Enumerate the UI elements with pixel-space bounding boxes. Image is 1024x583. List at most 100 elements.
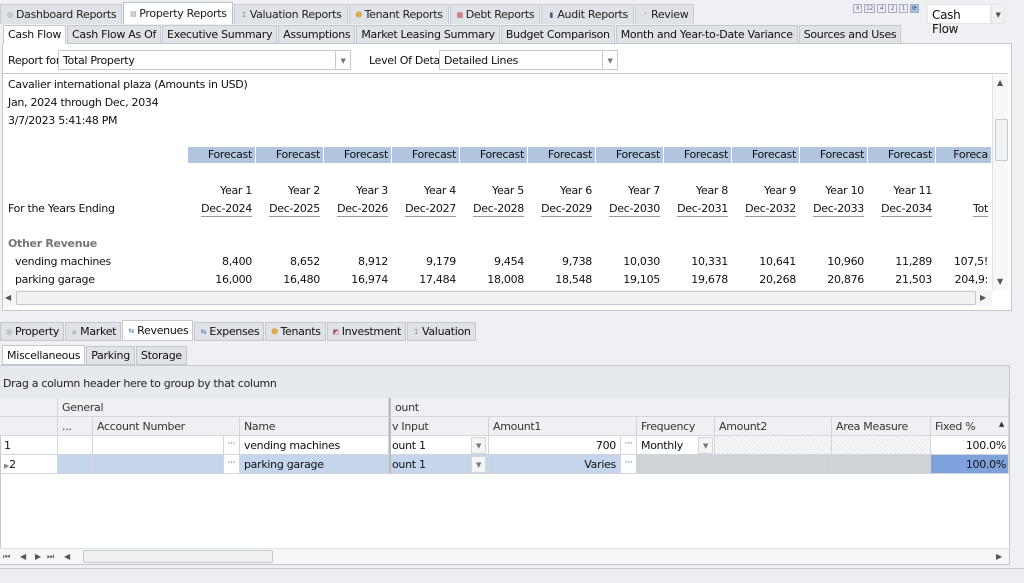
fixed-pct-cell[interactable]: 100.0% <box>931 436 1009 455</box>
chevron-down-icon[interactable]: ▼ <box>471 456 486 473</box>
ellipsis-button[interactable]: ··· <box>620 436 636 454</box>
scroll-left-icon[interactable]: ◀ <box>64 552 70 561</box>
print-icon[interactable]: ⚱ <box>853 4 862 13</box>
report-period: Jan, 2024 through Dec, 2034 <box>8 96 159 109</box>
tab-label: Market <box>80 325 117 338</box>
tab-miscellaneous[interactable]: Miscellaneous <box>2 345 86 365</box>
tenants-icon: ☻ <box>270 327 278 336</box>
amount1-cell[interactable]: Varies <box>489 455 637 474</box>
header-label: Fixed % <box>935 420 976 433</box>
forecast-header: Forecast <box>800 147 867 163</box>
col-header-input[interactable]: v Input <box>389 417 489 436</box>
prev-record-icon[interactable]: ◀ <box>20 552 26 561</box>
amount1-cell[interactable]: 700 <box>489 436 637 455</box>
tab-valuation-reports[interactable]: Ɪ Valuation Reports <box>233 4 348 24</box>
report-type-select[interactable]: Cash Flow <box>927 4 991 36</box>
chevron-down-icon[interactable]: ▼ <box>602 50 618 70</box>
group-hint: Drag a column header here to group by th… <box>3 377 277 390</box>
chevron-down-icon[interactable]: ▼ <box>698 437 713 454</box>
row-number[interactable]: ▶2 <box>0 455 58 474</box>
tab-cash-flow-as-of[interactable]: Cash Flow As Of <box>67 25 162 44</box>
year-label: Year 7 <box>628 184 660 197</box>
col-header-fixed-pct[interactable]: Fixed % ▲ <box>931 417 1009 436</box>
name-cell[interactable]: vending machines <box>240 436 389 455</box>
col-header-frequency[interactable]: Frequency <box>637 417 715 436</box>
last-record-icon[interactable]: ⏭ <box>47 552 54 562</box>
row-number[interactable]: 1 <box>0 436 58 455</box>
band-amount[interactable]: ount <box>389 398 1009 417</box>
col-header-area-measure[interactable]: Area Measure <box>832 417 931 436</box>
revenues-icon: ⇆ <box>128 326 134 335</box>
tab-market[interactable]: ⌂ Market <box>65 322 122 341</box>
next-record-icon[interactable]: ▶ <box>35 552 41 561</box>
chevron-down-icon[interactable]: ▼ <box>471 437 486 454</box>
tab-month-ytd-variance[interactable]: Month and Year-to-Date Variance <box>615 25 798 44</box>
tab-parking[interactable]: Parking <box>86 346 135 365</box>
tab-dashboard-reports[interactable]: ◎ Dashboard Reports <box>0 4 123 24</box>
chevron-down-icon[interactable]: ▼ <box>335 50 351 70</box>
grid-scroll-thumb[interactable] <box>83 550 273 563</box>
tab-assumptions[interactable]: Assumptions <box>278 25 356 44</box>
group-by-panel[interactable]: Drag a column header here to group by th… <box>0 366 1009 398</box>
zoom-12-button[interactable]: 12 <box>864 4 875 13</box>
tab-budget-comparison[interactable]: Budget Comparison <box>500 25 615 44</box>
amount-cell: 20,268 <box>759 273 796 286</box>
tab-revenues[interactable]: ⇆ Revenues <box>122 320 194 341</box>
amount-cell: 107,5! <box>953 255 988 268</box>
first-record-icon[interactable]: ⏮ <box>3 552 10 562</box>
tab-audit-reports[interactable]: ▮ Audit Reports <box>541 4 634 24</box>
account-number-cell[interactable] <box>93 436 240 455</box>
col-header-amount1[interactable]: Amount1 <box>489 417 637 436</box>
tab-market-leasing-summary[interactable]: Market Leasing Summary <box>356 25 500 44</box>
col-header-more[interactable]: ... <box>58 417 93 436</box>
col-header-amount2[interactable]: Amount2 <box>715 417 832 436</box>
scroll-thumb[interactable] <box>995 119 1008 161</box>
scroll-right-icon[interactable]: ▶ <box>980 293 986 302</box>
tab-cash-flow[interactable]: Cash Flow <box>3 25 67 44</box>
report-horizontal-scrollbar[interactable]: ◀ ▶ <box>3 290 992 306</box>
chevron-down-icon[interactable]: ▼ <box>991 4 1005 24</box>
tab-label: Tenant Reports <box>364 8 443 21</box>
tab-executive-summary[interactable]: Executive Summary <box>162 25 278 44</box>
tab-sources-and-uses[interactable]: Sources and Uses <box>798 25 902 44</box>
ellipsis-button[interactable]: ··· <box>223 455 239 473</box>
col-header-name[interactable]: Name <box>240 417 389 436</box>
level-of-detail-select[interactable]: Detailed Lines <box>439 50 604 70</box>
report-icon: ▤ <box>130 9 137 18</box>
scroll-up-icon[interactable]: ▲ <box>997 78 1003 87</box>
tab-review[interactable]: ⁺ Review <box>634 4 695 24</box>
zoom-4-button[interactable]: 4 <box>877 4 886 13</box>
tab-expenses[interactable]: ⇆ Expenses <box>194 322 265 341</box>
refresh-icon[interactable]: ⟳ <box>910 4 919 13</box>
tab-label: Review <box>650 8 689 21</box>
report-vertical-scrollbar[interactable]: ▲ ▼ <box>992 75 1009 290</box>
name-cell[interactable]: parking garage <box>240 455 389 474</box>
area-measure-cell <box>832 436 931 455</box>
scroll-thumb[interactable] <box>16 291 976 305</box>
row-more-cell[interactable] <box>58 436 93 455</box>
top-tab-strip: ◎ Dashboard Reports ▤ Property Reports Ɪ Va… <box>0 2 695 24</box>
tab-tenants[interactable]: ☻ Tenants <box>265 322 326 341</box>
tab-debt-reports[interactable]: ▦ Debt Reports <box>449 4 541 24</box>
row-more-cell[interactable] <box>58 455 93 474</box>
tab-property[interactable]: ◎ Property <box>0 322 65 341</box>
fixed-pct-cell[interactable]: 100.0% <box>931 455 1009 474</box>
zoom-2-button[interactable]: 2 <box>888 4 897 13</box>
amount-cell: 9,454 <box>494 255 524 268</box>
band-general[interactable]: General <box>58 398 389 417</box>
scroll-down-icon[interactable]: ▼ <box>997 277 1003 286</box>
ellipsis-button[interactable]: ··· <box>223 436 239 454</box>
report-for-select[interactable]: Total Property <box>58 50 336 70</box>
col-header-account-number[interactable]: Account Number <box>93 417 240 436</box>
scroll-left-icon[interactable]: ◀ <box>5 293 11 302</box>
account-number-cell[interactable] <box>93 455 240 474</box>
tab-property-reports[interactable]: ▤ Property Reports <box>123 2 233 24</box>
tab-valuation[interactable]: Ɪ Valuation <box>407 322 476 341</box>
ellipsis-button[interactable]: ··· <box>620 455 636 473</box>
tab-storage[interactable]: Storage <box>135 346 187 365</box>
zoom-1-button[interactable]: 1 <box>899 4 908 13</box>
scroll-right-icon[interactable]: ▶ <box>996 552 1002 561</box>
tab-tenant-reports[interactable]: ☻ Tenant Reports <box>348 4 449 24</box>
amount-cell: 10,960 <box>827 255 864 268</box>
tab-investment[interactable]: ◩ Investment <box>326 322 406 341</box>
